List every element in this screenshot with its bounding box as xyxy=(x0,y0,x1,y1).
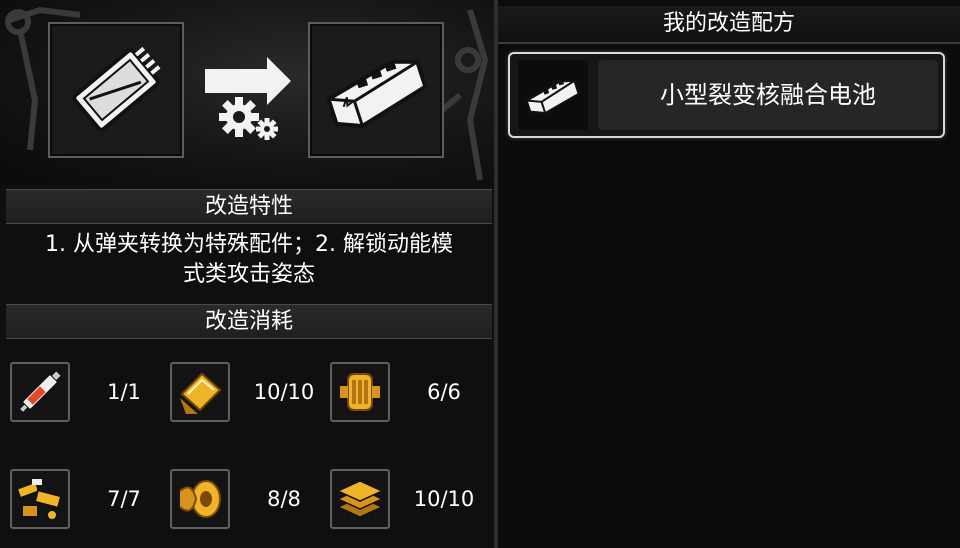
recipe-panel-title: 我的改造配方 xyxy=(498,6,960,44)
material-count: 7/7 xyxy=(107,487,141,511)
material-count: 10/10 xyxy=(253,380,315,404)
traits-section-title: 改造特性 xyxy=(6,189,492,224)
syringe-part-icon[interactable] xyxy=(10,362,70,422)
recipe-panel: 我的改造配方 小型裂变核融合电池 xyxy=(498,0,960,548)
material-count: 1/1 xyxy=(107,380,141,404)
gold-spring-icon[interactable] xyxy=(170,469,230,529)
recipe-item[interactable]: 小型裂变核融合电池 xyxy=(508,52,945,138)
battery-icon xyxy=(326,59,428,128)
gold-parts-pile-icon[interactable] xyxy=(10,469,70,529)
conversion-panel: 改造特性 1. 从弹夹转换为特殊配件；2. 解锁动能模 式类攻击姿态 改造消耗 … xyxy=(0,0,494,548)
material-count: 10/10 xyxy=(413,487,475,511)
material-count: 8/8 xyxy=(267,487,301,511)
target-item-slot[interactable] xyxy=(308,22,444,158)
recipe-item-name: 小型裂变核融合电池 xyxy=(598,60,938,130)
battery-icon xyxy=(518,60,588,130)
material-count: 6/6 xyxy=(427,380,461,404)
traits-line-2: 式类攻击姿态 xyxy=(182,262,315,287)
gold-ingot-stack-icon[interactable] xyxy=(330,469,390,529)
gear-arrow-icon xyxy=(205,55,295,149)
gold-plate-icon[interactable] xyxy=(170,362,230,422)
source-item-slot[interactable] xyxy=(48,22,184,158)
traits-description: 1. 从弹夹转换为特殊配件；2. 解锁动能模 式类攻击姿态 xyxy=(6,230,492,290)
gold-engine-icon[interactable] xyxy=(330,362,390,422)
traits-line-1: 1. 从弹夹转换为特殊配件；2. 解锁动能模 xyxy=(45,232,453,257)
cost-section-title: 改造消耗 xyxy=(6,304,492,339)
magazine-icon xyxy=(72,46,161,132)
